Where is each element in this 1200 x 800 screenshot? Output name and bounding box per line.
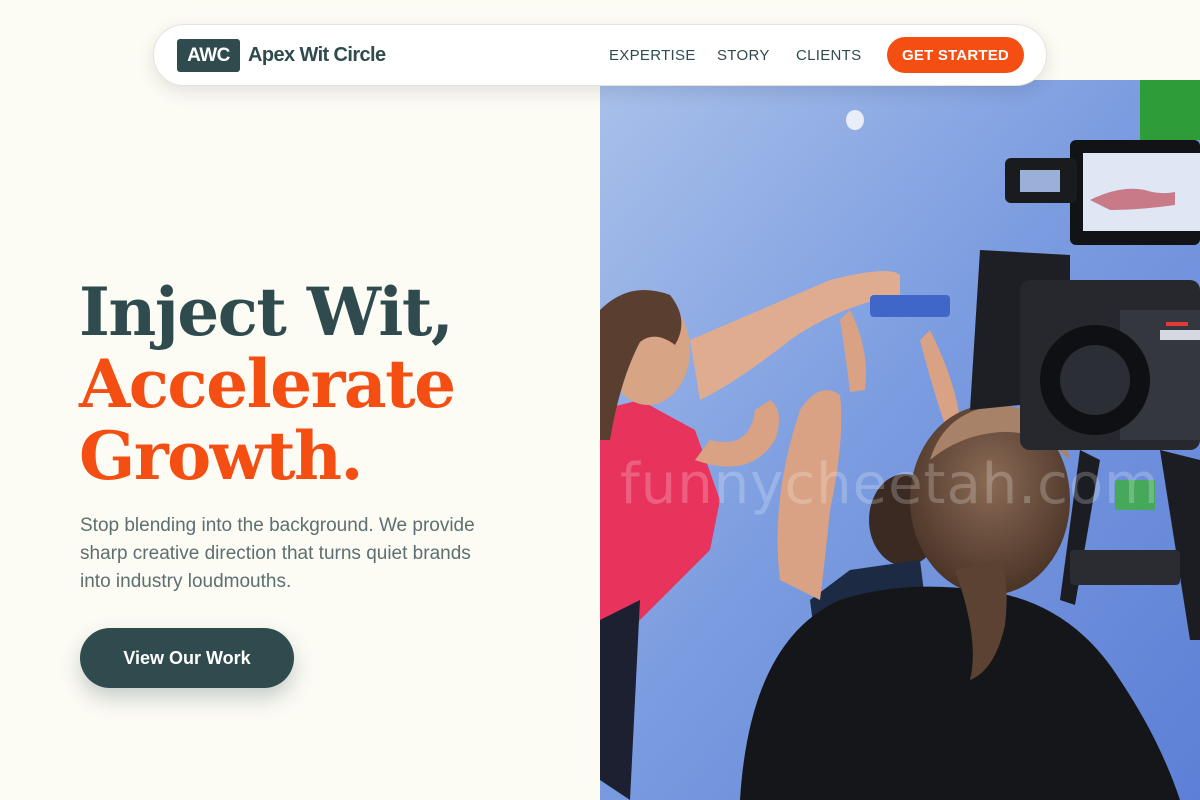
get-started-button[interactable]: GET STARTED xyxy=(887,37,1024,73)
nav-link-story[interactable]: STORY xyxy=(717,47,770,64)
hero-image xyxy=(600,80,1200,800)
top-navbar: AWC Apex Wit Circle EXPERTISE STORY CLIE… xyxy=(153,24,1047,86)
headline-line-1: Inject Wit, xyxy=(79,273,454,351)
headline-line-2: Accelerate xyxy=(79,345,456,423)
hero-subtext: Stop blending into the background. We pr… xyxy=(80,515,475,592)
film-set-photo xyxy=(600,80,1200,800)
landing-page: AWC Apex Wit Circle EXPERTISE STORY CLIE… xyxy=(0,0,1200,800)
brand-name[interactable]: Apex Wit Circle xyxy=(248,44,386,67)
logo-mark[interactable]: AWC xyxy=(177,39,240,72)
nav-link-expertise[interactable]: EXPERTISE xyxy=(609,47,696,64)
nav-link-clients[interactable]: CLIENTS xyxy=(796,47,861,64)
headline-line-3: Growth. xyxy=(79,417,363,495)
view-our-work-button[interactable]: View Our Work xyxy=(80,628,294,688)
hero-headline: Inject Wit, Accelerate Growth. xyxy=(79,273,456,495)
